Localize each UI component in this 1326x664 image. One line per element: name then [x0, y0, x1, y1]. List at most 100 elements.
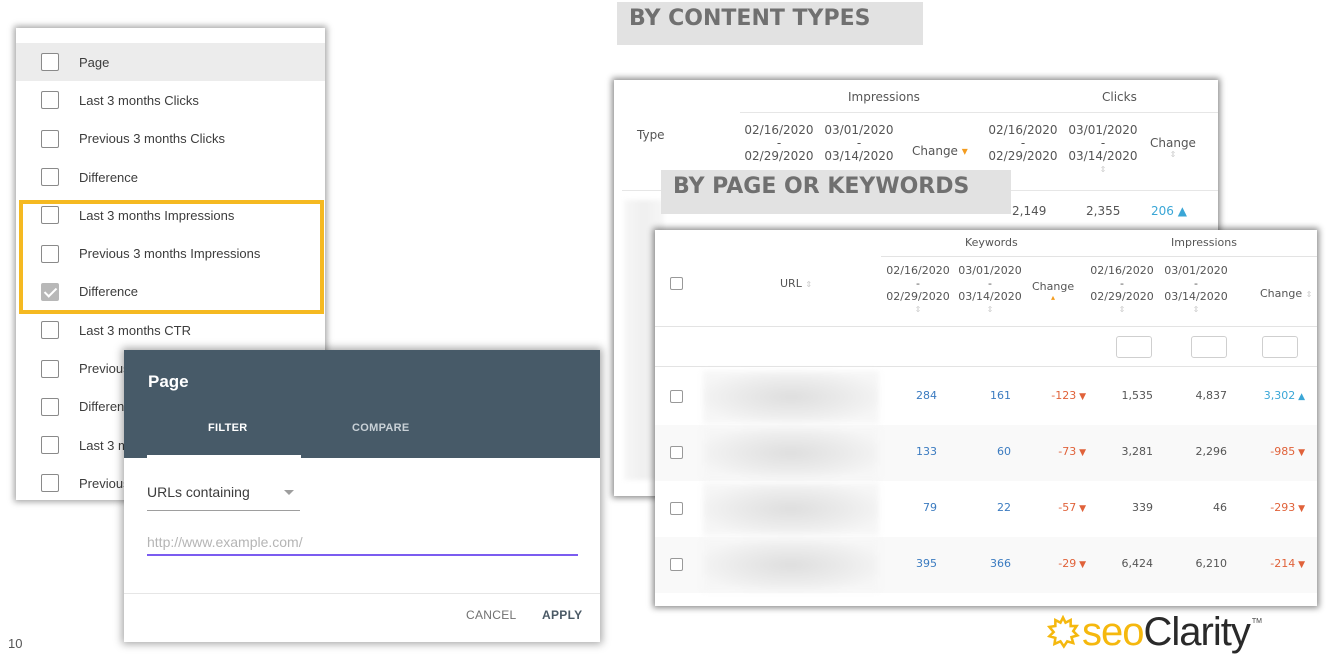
row-checkbox[interactable]	[670, 502, 683, 515]
kw-prev-cell[interactable]: 284	[916, 389, 937, 402]
dialog-divider	[124, 593, 600, 594]
url-input[interactable]	[147, 530, 578, 556]
imp-prev-cell: 6,424	[1121, 557, 1154, 570]
tab-filter[interactable]: FILTER	[208, 422, 247, 434]
clicks-date-last[interactable]: 03/01/2020-03/14/2020 ⇕	[1064, 124, 1142, 176]
column-option-label: Difference	[79, 284, 139, 300]
trademark: TM	[1251, 618, 1262, 625]
slide-page-number: 10	[8, 636, 23, 651]
active-tab-indicator	[147, 455, 301, 458]
column-option[interactable]: Previous 3 months Clicks	[16, 120, 325, 158]
column-checkbox[interactable]	[41, 244, 59, 263]
table-row: 284 161 -123 ▼ 1,535 4,837 3,302 ▲	[655, 369, 1317, 425]
filter-imp-last-input[interactable]	[1191, 336, 1227, 358]
column-checkbox[interactable]	[41, 129, 59, 148]
imp-date-last[interactable]: 03/01/2020-03/14/2020	[820, 124, 898, 163]
kw-change-cell: -73 ▼	[1058, 445, 1086, 458]
imp-change-cell: -293 ▼	[1270, 501, 1305, 514]
column-option[interactable]: Last 3 months CTR	[16, 311, 325, 349]
seoclarity-logo: seo Clarity TM	[1046, 612, 1262, 652]
column-option[interactable]: Page	[16, 43, 325, 82]
blurred-url[interactable]	[703, 483, 879, 535]
kw-prev-cell[interactable]: 79	[923, 501, 937, 514]
kw-last-cell[interactable]: 22	[997, 501, 1011, 514]
type-header[interactable]: Type	[637, 128, 665, 142]
column-checkbox[interactable]	[41, 321, 59, 340]
imp-date-last[interactable]: 03/01/2020-03/14/2020 ⇕	[1161, 264, 1231, 316]
group-impressions: Impressions	[848, 90, 920, 104]
logo-clarity-text: Clarity	[1143, 610, 1251, 654]
imp-date-prev[interactable]: 02/16/2020-02/29/2020 ⇕	[1087, 264, 1157, 316]
sort-icon: ⇕	[1305, 290, 1313, 299]
column-checkbox[interactable]	[41, 474, 59, 493]
kw-prev-cell[interactable]: 133	[916, 445, 937, 458]
blurred-url[interactable]	[703, 539, 879, 591]
kw-change-header[interactable]: Change ▴	[1032, 280, 1074, 302]
row-checkbox[interactable]	[670, 558, 683, 571]
imp-prev-cell: 1,535	[1121, 389, 1154, 402]
column-option[interactable]: Last 3 months Impressions	[16, 196, 325, 234]
kw-date-last[interactable]: 03/01/2020-03/14/2020 ⇕	[955, 264, 1025, 316]
column-checkbox[interactable]	[41, 436, 59, 455]
clicks-last-value: 2,355	[1086, 204, 1121, 218]
kw-date-prev[interactable]: 02/16/2020-02/29/2020 ⇕	[883, 264, 953, 316]
imp-change-header[interactable]: Change ▾	[912, 144, 968, 158]
sort-icon: ⇕	[1192, 305, 1200, 314]
imp-change-cell: 3,302 ▲	[1263, 389, 1305, 402]
column-checkbox[interactable]	[41, 168, 59, 187]
table-row: 395 366 -29 ▼ 6,424 6,210 -214 ▼	[655, 537, 1317, 593]
kw-prev-cell[interactable]: 395	[916, 557, 937, 570]
divider	[740, 112, 1218, 113]
blurred-url[interactable]	[703, 371, 879, 423]
column-checkbox[interactable]	[41, 359, 59, 378]
row-checkbox[interactable]	[670, 446, 683, 459]
kw-change-cell: -123 ▼	[1051, 389, 1086, 402]
imp-last-cell: 2,296	[1195, 445, 1228, 458]
page-filter-dialog: Page FILTER COMPARE URLs containing CANC…	[124, 350, 600, 642]
arrow-up-icon: ▲	[1295, 392, 1305, 402]
group-clicks: Clicks	[1102, 90, 1137, 104]
filter-imp-prev-input[interactable]	[1116, 336, 1152, 358]
column-option-label: Last 3 months Clicks	[79, 92, 199, 108]
select-all-checkbox[interactable]	[670, 277, 683, 290]
sort-icon: ⇕	[1169, 150, 1177, 159]
column-checkbox[interactable]	[41, 282, 59, 301]
imp-last-cell: 4,837	[1195, 389, 1228, 402]
imp-last-cell: 6,210	[1195, 557, 1228, 570]
arrow-up-icon: ▲	[1177, 204, 1187, 218]
column-option[interactable]: Difference	[16, 158, 325, 196]
column-option-label: Difference	[79, 169, 139, 185]
divider	[881, 256, 1317, 257]
sort-desc-icon: ▾	[961, 144, 968, 158]
column-option[interactable]: Previous 3 months Impressions	[16, 234, 325, 272]
blurred-url[interactable]	[703, 427, 879, 479]
sort-icon: ⇕	[986, 305, 994, 314]
arrow-down-icon: ▼	[1295, 560, 1305, 570]
imp-change-cell: -985 ▼	[1270, 445, 1305, 458]
column-checkbox[interactable]	[41, 91, 59, 110]
apply-button[interactable]: APPLY	[542, 608, 582, 622]
logo-seo-text: seo	[1082, 610, 1144, 654]
row-checkbox[interactable]	[670, 390, 683, 403]
column-option[interactable]: Last 3 months Clicks	[16, 81, 325, 119]
clicks-prev-value: 2,149	[1012, 204, 1047, 218]
filter-type-select[interactable]: URLs containing	[147, 475, 300, 511]
column-option[interactable]: Difference	[16, 273, 325, 311]
clicks-change-value: 206 ▲	[1151, 204, 1187, 218]
filter-imp-change-input[interactable]	[1262, 336, 1298, 358]
column-checkbox[interactable]	[41, 206, 59, 225]
url-header[interactable]: URL ⇕	[780, 277, 812, 290]
divider	[655, 326, 1317, 327]
column-checkbox[interactable]	[41, 53, 59, 72]
kw-last-cell[interactable]: 366	[990, 557, 1011, 570]
tab-compare[interactable]: COMPARE	[352, 422, 410, 434]
kw-last-cell[interactable]: 60	[997, 445, 1011, 458]
imp-date-prev[interactable]: 02/16/2020-02/29/2020	[740, 124, 818, 163]
imp-change-header[interactable]: Change ⇕	[1260, 287, 1312, 300]
cancel-button[interactable]: CANCEL	[466, 608, 516, 622]
column-checkbox[interactable]	[41, 397, 59, 416]
clicks-date-prev[interactable]: 02/16/2020-02/29/2020	[984, 124, 1062, 163]
page-keywords-table: Keywords Impressions URL ⇕ 02/16/2020-02…	[655, 230, 1317, 606]
kw-last-cell[interactable]: 161	[990, 389, 1011, 402]
clicks-change-header[interactable]: Change ⇕	[1150, 136, 1196, 159]
